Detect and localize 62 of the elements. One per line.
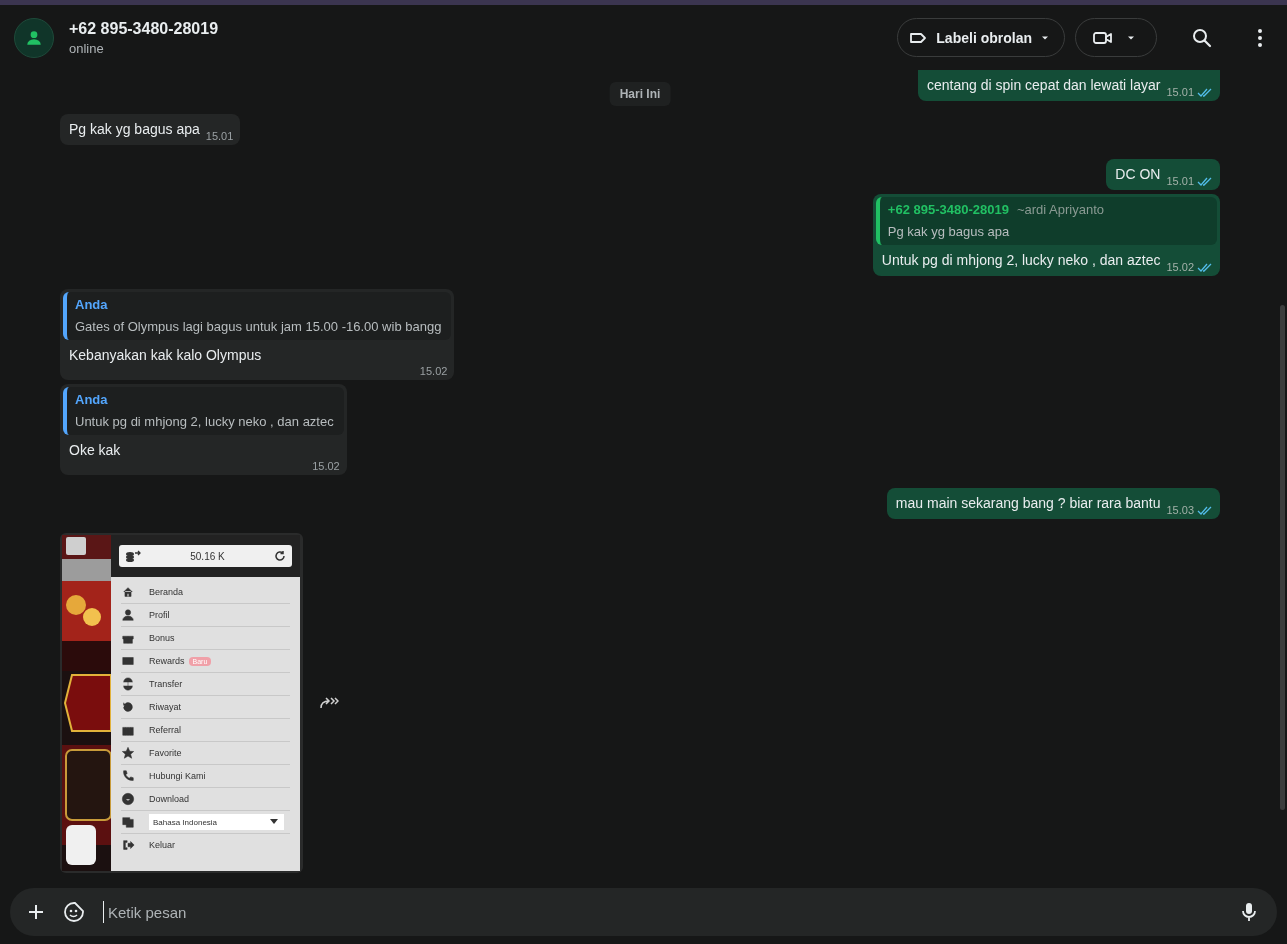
message-time: 15.01 (1166, 175, 1194, 187)
message-input[interactable]: Ketik pesan (103, 901, 1223, 923)
search-icon[interactable] (1191, 26, 1213, 49)
menu-item[interactable]: Profil (149, 610, 170, 620)
menu-item-icon (121, 700, 135, 714)
quote-text: Pg kak yg bagus apa (887, 224, 1011, 239)
avatar[interactable] (14, 17, 54, 58)
menu-item-icon (121, 654, 135, 668)
refresh-icon (274, 550, 286, 562)
date-chip: Hari Ini (609, 82, 671, 106)
message-time: 15.01 (205, 130, 234, 142)
language-select[interactable]: Bahasa Indonesia (149, 814, 284, 830)
menu-item[interactable]: Beranda (149, 587, 184, 597)
menu-item[interactable]: Hubungi Kami (149, 771, 206, 781)
balance-amount: 50.16 K (190, 550, 225, 562)
message-time: 15.02 (312, 460, 340, 472)
sticker-icon[interactable] (63, 901, 85, 923)
message-composer[interactable]: Ketik pesan (10, 888, 1277, 936)
quote-author-note: ~ardi Apriyanto (1016, 202, 1105, 217)
message-text: Oke kak (69, 441, 122, 460)
plus-icon[interactable] (27, 903, 45, 921)
menu-item[interactable]: Riwayat (149, 702, 181, 712)
menu-item[interactable]: Download (149, 794, 190, 804)
quote-text: Gates of Olympus lagi bagus untuk jam 15.00 -16.00 wib bangg (75, 319, 442, 334)
message-text: centang di spin cepat dan lewati layar (927, 76, 1161, 95)
contact-name: +62 895-3480-28019 (69, 19, 219, 38)
menu-item-icon (121, 838, 135, 852)
quote-author: +62 895-3480-28019 (887, 202, 1009, 217)
menu-item-icon (121, 585, 135, 599)
forward-icon (319, 696, 339, 710)
menu-item[interactable]: Transfer (149, 679, 183, 689)
message-time: 15.03 (1166, 504, 1194, 516)
menu-item[interactable]: Referral (149, 725, 181, 735)
contact-status: online (69, 40, 105, 56)
quoted-message[interactable]: +62 895-3480-28019 ~ardi Apriyanto Pg kak yg bagus apa (875, 197, 1217, 245)
menu-item-icon (121, 677, 135, 691)
menu-item-icon (121, 792, 135, 806)
quoted-message[interactable]: Anda Gates of Olympus lagi bagus untuk jam 15.00 -16.00 wib bangg (63, 292, 452, 340)
message-text: mau main sekarang bang ? biar rara bantu (895, 494, 1161, 513)
message-text: Kebanyakan kak kalo Olympus (69, 346, 263, 365)
menu-item-icon (121, 769, 135, 783)
menu-item[interactable]: Keluar (149, 840, 175, 850)
menu-item[interactable]: Bonus (149, 633, 175, 643)
quote-author: Anda (75, 297, 108, 312)
menu-item-icon (121, 608, 135, 622)
message-time: 15.02 (1166, 261, 1194, 273)
menu-item-icon (121, 815, 135, 829)
coins-icon (125, 550, 141, 562)
message-time: 15.01 (1166, 86, 1194, 98)
quote-text: Untuk pg di mhjong 2, lucky neko , dan aztec (75, 414, 334, 429)
quote-author: Anda (75, 392, 108, 407)
menu-icon[interactable] (1257, 27, 1263, 48)
microphone-icon[interactable] (1241, 901, 1257, 923)
caret-icon (270, 819, 278, 825)
menu-item[interactable]: Rewards (149, 656, 185, 666)
message-time: 15.02 (419, 365, 448, 377)
message-text: DC ON (1115, 165, 1161, 184)
menu-item-icon (121, 746, 135, 760)
message-text: Untuk pg di mhjong 2, lucky neko , dan aztec (881, 251, 1161, 270)
quoted-message[interactable]: Anda Untuk pg di mhjong 2, lucky neko , dan aztec (63, 387, 344, 435)
menu-item[interactable]: Favorite (149, 748, 182, 758)
message-text: Pg kak yg bagus apa (69, 120, 200, 139)
